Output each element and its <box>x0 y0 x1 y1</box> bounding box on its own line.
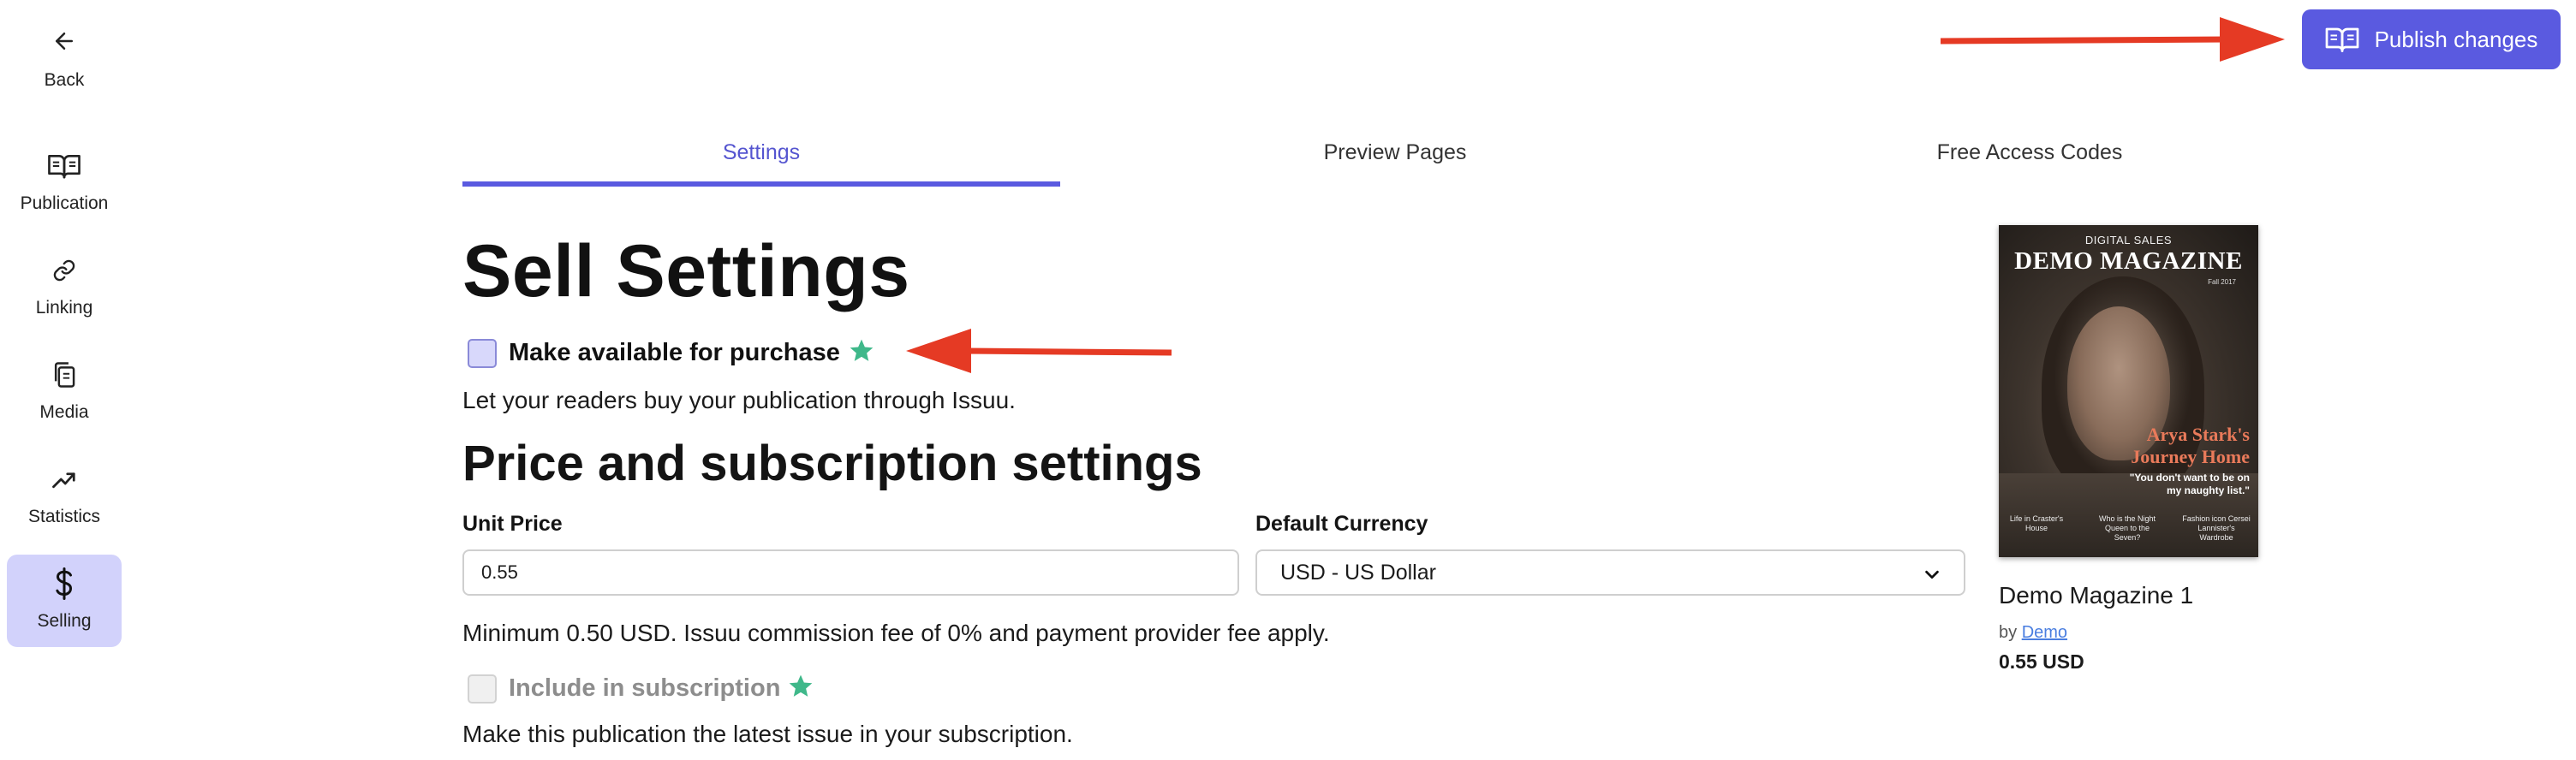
back-label: Back <box>44 70 85 90</box>
back-button[interactable]: Back <box>7 12 122 104</box>
publish-changes-button[interactable]: Publish changes <box>2302 9 2561 69</box>
star-icon <box>850 339 874 361</box>
cover-quote: "You don't want to be on my naughty list… <box>2129 472 2250 496</box>
currency-value: USD - US Dollar <box>1280 560 1436 585</box>
purchase-description: Let your readers buy your publication th… <box>462 387 1016 413</box>
annotation-arrow-purchase <box>906 329 1172 373</box>
sidebar-item-selling[interactable]: Selling <box>7 555 122 647</box>
sidebar-item-label: Selling <box>37 611 92 631</box>
book-open-icon <box>47 149 81 183</box>
active-tab-indicator <box>462 181 1060 187</box>
arrow-left-icon <box>47 24 81 58</box>
unit-price-value: 0.55 <box>481 561 518 583</box>
sidebar-item-label: Statistics <box>27 507 101 526</box>
publication-title: Demo Magazine 1 <box>1999 582 2194 609</box>
publication-cover[interactable]: DIGITAL SALES DEMO MAGAZINE Fall 2017 Ar… <box>1999 225 2258 557</box>
sidebar-item-label: Publication <box>20 193 109 213</box>
byline-prefix: by <box>1999 623 2018 642</box>
subscription-checkbox[interactable] <box>468 674 497 704</box>
publication-byline: by Demo <box>1999 623 2067 643</box>
star-icon <box>789 674 813 697</box>
trending-up-icon <box>47 462 81 496</box>
sidebar-item-media[interactable]: Media <box>7 346 122 438</box>
tab-label: Settings <box>722 140 801 164</box>
publish-changes-label: Publish changes <box>2374 26 2538 52</box>
author-link[interactable]: Demo <box>2022 623 2067 642</box>
unit-price-label: Unit Price <box>462 512 563 536</box>
tab-bar: Settings Preview Pages Free Access Codes <box>462 128 2122 188</box>
cover-date: Fall 2017 <box>2208 278 2236 286</box>
sidebar-item-label: Media <box>39 402 89 422</box>
cover-headline: Arya Stark's Journey Home <box>2131 424 2250 467</box>
unit-price-input[interactable]: 0.55 <box>462 549 1239 596</box>
sidebar-item-linking[interactable]: Linking <box>7 241 122 334</box>
tab-label: Free Access Codes <box>1936 140 2123 164</box>
tab-settings[interactable]: Settings <box>462 128 1060 188</box>
price-section-title: Price and subscription settings <box>462 436 1202 491</box>
chevron-down-icon <box>1925 570 1939 579</box>
sidebar-item-label: Linking <box>35 298 93 318</box>
cover-tease: Who is the Night Queen to the Seven? <box>2098 514 2156 542</box>
dollar-icon <box>47 567 81 601</box>
tab-preview-pages[interactable]: Preview Pages <box>1096 128 1694 188</box>
currency-select[interactable]: USD - US Dollar <box>1255 549 1965 596</box>
tab-label: Preview Pages <box>1323 140 1467 164</box>
purchase-checkbox[interactable] <box>468 339 497 368</box>
subscription-description: Make this publication the latest issue i… <box>462 721 1073 747</box>
book-open-icon <box>2325 27 2359 52</box>
publication-price: 0.55 USD <box>1999 650 2084 673</box>
cover-tease: Fashion icon Cersei Lannister's Wardrobe <box>2182 514 2251 542</box>
sidebar-item-publication[interactable]: Publication <box>7 137 122 229</box>
sidebar-item-statistics[interactable]: Statistics <box>7 450 122 543</box>
copy-icon <box>47 358 81 392</box>
link-icon <box>47 253 81 288</box>
fee-note: Minimum 0.50 USD. Issuu commission fee o… <box>462 620 1330 646</box>
sidebar: Back Publication Linking Media Statistic… <box>0 0 128 760</box>
cover-title: DEMO MAGAZINE <box>2014 247 2243 275</box>
purchase-checkbox-label: Make available for purchase <box>509 339 840 366</box>
currency-label: Default Currency <box>1255 512 1428 536</box>
page-title: Sell Settings <box>462 230 910 312</box>
subscription-checkbox-label: Include in subscription <box>509 674 781 702</box>
cover-tease: Life in Craster's House <box>2009 514 2064 532</box>
cover-kicker: DIGITAL SALES <box>2084 234 2173 246</box>
annotation-arrow-publish <box>1940 17 2285 62</box>
